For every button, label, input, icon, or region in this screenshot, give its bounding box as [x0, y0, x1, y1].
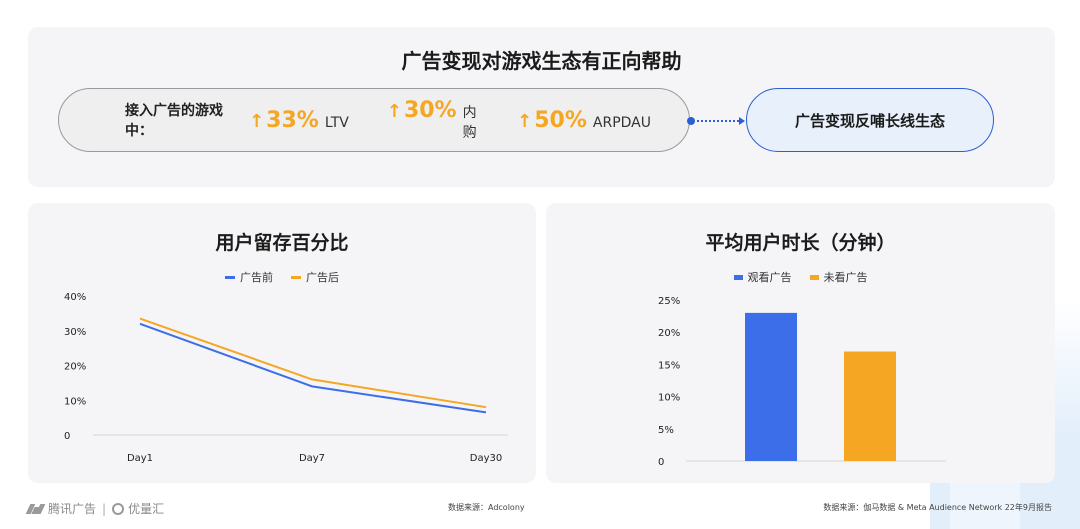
y-tick-label: 40% [64, 292, 86, 303]
stats-lead: 接入广告的游戏中： [125, 103, 223, 139]
retention-line-chart: 0 10% 20% 30% 40% Day1 Day7 Day30 [64, 292, 508, 464]
y-tick-label: 30% [64, 327, 86, 338]
up-arrow-icon: ↑ [517, 110, 533, 132]
stat-arpdau: ↑ 50% ARPDAU [517, 108, 651, 133]
stat-value: 33% [266, 107, 319, 133]
x-tick-label: Day30 [470, 453, 502, 464]
summary-panel: 广告变现对游戏生态有正向帮助 接入广告的游戏中： ↑ 33% LTV ↑ 30%… [28, 27, 1055, 187]
connector-dot [687, 117, 695, 125]
y-tick-label: 5% [658, 425, 674, 436]
series-line-after [139, 317, 487, 409]
footer-separator: | [102, 501, 107, 516]
y-tick-label: 0 [658, 457, 664, 468]
up-arrow-icon: ↑ [249, 110, 265, 132]
y-tick-label: 10% [658, 393, 680, 404]
result-pill: 广告变现反哺长线生态 [746, 88, 994, 152]
stat-label: 内购 [462, 105, 477, 141]
stat-value: 50% [534, 107, 587, 133]
stat-ltv: ↑ 33% LTV [249, 108, 349, 133]
connector-line [697, 120, 739, 122]
stat-iap: ↑ 30% 内购 [387, 98, 479, 142]
up-arrow-icon: ↑ [386, 101, 402, 122]
retention-card: 用户留存百分比 广告前 广告后 0 10% 20% 30% 40% Day1 Day7 Day… [28, 203, 536, 483]
bar-watched [745, 312, 797, 461]
youlianghui-logo-icon [112, 502, 125, 515]
footer-brand: 腾讯广告 | 优量汇 [25, 500, 165, 517]
stats-pill: 接入广告的游戏中： ↑ 33% LTV ↑ 30% 内购 ↑ 50% ARPDA… [58, 88, 690, 152]
brand-name: 优量汇 [128, 502, 165, 516]
y-tick-label: 25% [658, 296, 680, 307]
y-tick-label: 20% [658, 328, 680, 339]
summary-title: 广告变现对游戏生态有正向帮助 [401, 49, 682, 73]
duration-bar-chart: 0 5% 10% 15% 20% 25% [658, 296, 946, 468]
duration-card: 平均用户时长（分钟） 观看广告 未看广告 0 5% 10% 15% 20% 25% [546, 203, 1055, 483]
y-tick-label: 10% [64, 396, 86, 407]
bar-not-watched [844, 351, 896, 461]
y-tick-label: 0 [64, 431, 70, 442]
retention-source: 数据来源：Adcolony [448, 503, 525, 512]
stat-value: 30% [403, 98, 457, 123]
tencent-ads-logo-icon [25, 503, 46, 514]
y-tick-label: 15% [658, 360, 680, 371]
stat-label: ARPDAU [592, 114, 651, 131]
brand-name: 腾讯广告 [48, 502, 97, 516]
x-tick-label: Day7 [299, 453, 325, 464]
dotted-arrow-connector [687, 117, 747, 125]
duration-source: 数据来源：伽马数据 & Meta Audience Network 22年9月报… [823, 503, 1052, 512]
arrow-right-icon [739, 117, 745, 125]
x-tick-label: Day1 [127, 453, 153, 464]
y-tick-label: 20% [64, 362, 86, 373]
stat-label: LTV [324, 114, 349, 131]
